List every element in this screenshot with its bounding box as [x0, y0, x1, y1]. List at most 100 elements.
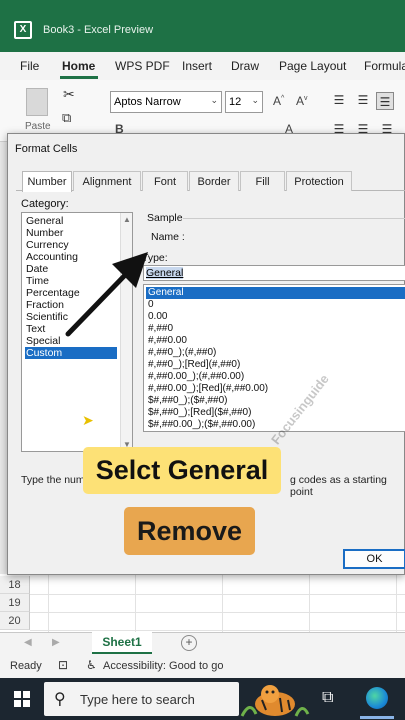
- accessibility-status[interactable]: Accessibility: Good to go: [103, 660, 223, 672]
- type-item[interactable]: $#,##0_);[Red]($#,##0): [146, 407, 405, 419]
- worksheet-grid[interactable]: 18 19 20: [0, 574, 405, 632]
- accessibility-icon[interactable]: ♿: [86, 658, 97, 672]
- font-size-dropdown[interactable]: 12 ⌄: [225, 91, 263, 113]
- task-view-icon[interactable]: ⧉: [322, 689, 333, 707]
- category-item[interactable]: Percentage: [25, 287, 117, 299]
- dialog-title: Format Cells: [15, 143, 78, 155]
- category-item[interactable]: Number: [25, 227, 117, 239]
- decrease-font-icon[interactable]: Av: [296, 94, 308, 108]
- edge-browser-icon[interactable]: [366, 687, 388, 709]
- type-item[interactable]: #,##0.00_);(#,##0.00): [146, 371, 405, 383]
- copy-icon[interactable]: ⧉: [62, 110, 71, 126]
- type-format-list[interactable]: General 0 0.00 #,##0 #,##0.00 #,##0_);(#…: [143, 284, 405, 432]
- dialog-tab-row: Number Alignment Font Border Fill Protec…: [16, 171, 405, 192]
- category-item[interactable]: Text: [25, 323, 117, 335]
- window-title: Book3 - Excel Preview: [43, 24, 154, 36]
- tab-home[interactable]: Home: [62, 59, 95, 73]
- type-item[interactable]: #,##0.00_);[Red](#,##0.00): [146, 383, 405, 395]
- tab-border[interactable]: Border: [189, 171, 239, 191]
- ok-button[interactable]: OK: [343, 549, 405, 569]
- type-item[interactable]: 0.00: [146, 311, 405, 323]
- font-name-value: Aptos Narrow: [114, 96, 181, 108]
- status-bar: Ready ⊡ ♿ Accessibility: Good to go: [0, 654, 405, 678]
- tab-formulas[interactable]: Formula: [364, 59, 405, 73]
- category-item[interactable]: General: [25, 215, 117, 227]
- status-ready: Ready: [10, 660, 42, 672]
- category-item[interactable]: Currency: [25, 239, 117, 251]
- category-item[interactable]: Scientific: [25, 311, 117, 323]
- sample-label: Sample: [147, 212, 183, 224]
- callout-remove: Remove: [124, 507, 255, 555]
- grid-line: [396, 574, 397, 632]
- tiger-illustration-icon: [240, 685, 310, 717]
- grid-line: [222, 574, 223, 632]
- type-item[interactable]: #,##0_);(#,##0): [146, 347, 405, 359]
- tab-wps-pdf[interactable]: WPS PDF: [115, 59, 170, 73]
- mouse-pointer-icon: ➤: [82, 412, 94, 428]
- active-app-indicator: [360, 716, 394, 719]
- row-header[interactable]: 18: [0, 576, 30, 594]
- type-item[interactable]: #,##0_);[Red](#,##0): [146, 359, 405, 371]
- sample-name-label: Name :: [151, 231, 185, 243]
- type-input[interactable]: General: [143, 265, 405, 281]
- chevron-down-icon: ⌄: [210, 95, 218, 105]
- description-text-end: g codes as a starting point: [290, 474, 387, 498]
- macro-record-icon[interactable]: ⊡: [58, 658, 68, 672]
- tab-fill[interactable]: Fill: [240, 171, 285, 191]
- callout-select-general: Selct General: [83, 447, 281, 494]
- font-name-dropdown[interactable]: Aptos Narrow ⌄: [110, 91, 222, 113]
- ribbon-tabs: File Home WPS PDF Insert Draw Page Layou…: [0, 52, 405, 80]
- type-item[interactable]: #,##0.00: [146, 335, 405, 347]
- tab-font[interactable]: Font: [142, 171, 188, 191]
- grid-line: [135, 574, 136, 632]
- type-label: Type:: [142, 252, 168, 264]
- type-item[interactable]: $#,##0_);($#,##0): [146, 395, 405, 407]
- tab-insert[interactable]: Insert: [182, 59, 212, 73]
- scissors-icon[interactable]: ✂: [63, 86, 75, 103]
- sample-divider: [183, 218, 405, 219]
- type-item-selected[interactable]: General: [146, 287, 405, 299]
- add-sheet-icon[interactable]: +: [181, 635, 197, 651]
- type-item[interactable]: #,##0: [146, 323, 405, 335]
- category-item[interactable]: Time: [25, 275, 117, 287]
- type-item[interactable]: 0: [146, 299, 405, 311]
- sheet-tab-bar: ◀ ▶ Sheet1 +: [0, 632, 405, 654]
- paste-icon[interactable]: [26, 88, 48, 116]
- align-bottom-icon[interactable]: ☰: [376, 92, 394, 110]
- grid-line: [30, 630, 405, 631]
- grid-line: [309, 574, 310, 632]
- scroll-up-icon[interactable]: ▲: [123, 215, 131, 224]
- search-placeholder: Type here to search: [80, 692, 195, 707]
- excel-logo-icon: X: [14, 21, 32, 39]
- category-item[interactable]: Fraction: [25, 299, 117, 311]
- type-input-value: General: [146, 267, 184, 279]
- windows-taskbar: ⚲ Type here to search ⧉: [0, 678, 405, 720]
- row-header[interactable]: 19: [0, 594, 30, 612]
- category-item[interactable]: Accounting: [25, 251, 117, 263]
- row-header[interactable]: 20: [0, 612, 30, 630]
- category-item-selected[interactable]: Custom: [25, 347, 117, 359]
- align-middle-icon[interactable]: ☰: [354, 91, 372, 109]
- category-scrollbar[interactable]: ▲ ▼: [120, 213, 132, 451]
- increase-font-icon[interactable]: A^: [273, 94, 284, 108]
- sheet-next-icon[interactable]: ▶: [52, 637, 60, 648]
- category-list[interactable]: General Number Currency Accounting Date …: [21, 212, 133, 452]
- tab-draw[interactable]: Draw: [231, 59, 259, 73]
- category-item[interactable]: Special: [25, 335, 117, 347]
- tab-page-layout[interactable]: Page Layout: [279, 59, 346, 73]
- tab-number[interactable]: Number: [22, 171, 72, 192]
- title-bar: X Book3 - Excel Preview: [0, 0, 405, 52]
- tab-alignment[interactable]: Alignment: [73, 171, 141, 191]
- grid-line: [30, 594, 405, 595]
- category-item[interactable]: Date: [25, 263, 117, 275]
- sheet-tab-sheet1[interactable]: Sheet1: [92, 632, 152, 654]
- tab-file[interactable]: File: [20, 59, 39, 73]
- sheet-prev-icon[interactable]: ◀: [24, 637, 32, 648]
- grid-line: [30, 612, 405, 613]
- tab-protection[interactable]: Protection: [286, 171, 352, 191]
- taskbar-search-box[interactable]: ⚲ Type here to search: [44, 682, 239, 716]
- windows-start-icon[interactable]: [14, 691, 30, 707]
- active-tab-indicator: [60, 76, 98, 79]
- align-top-icon[interactable]: ☰: [330, 91, 348, 109]
- description-text-start: Type the num: [21, 474, 85, 486]
